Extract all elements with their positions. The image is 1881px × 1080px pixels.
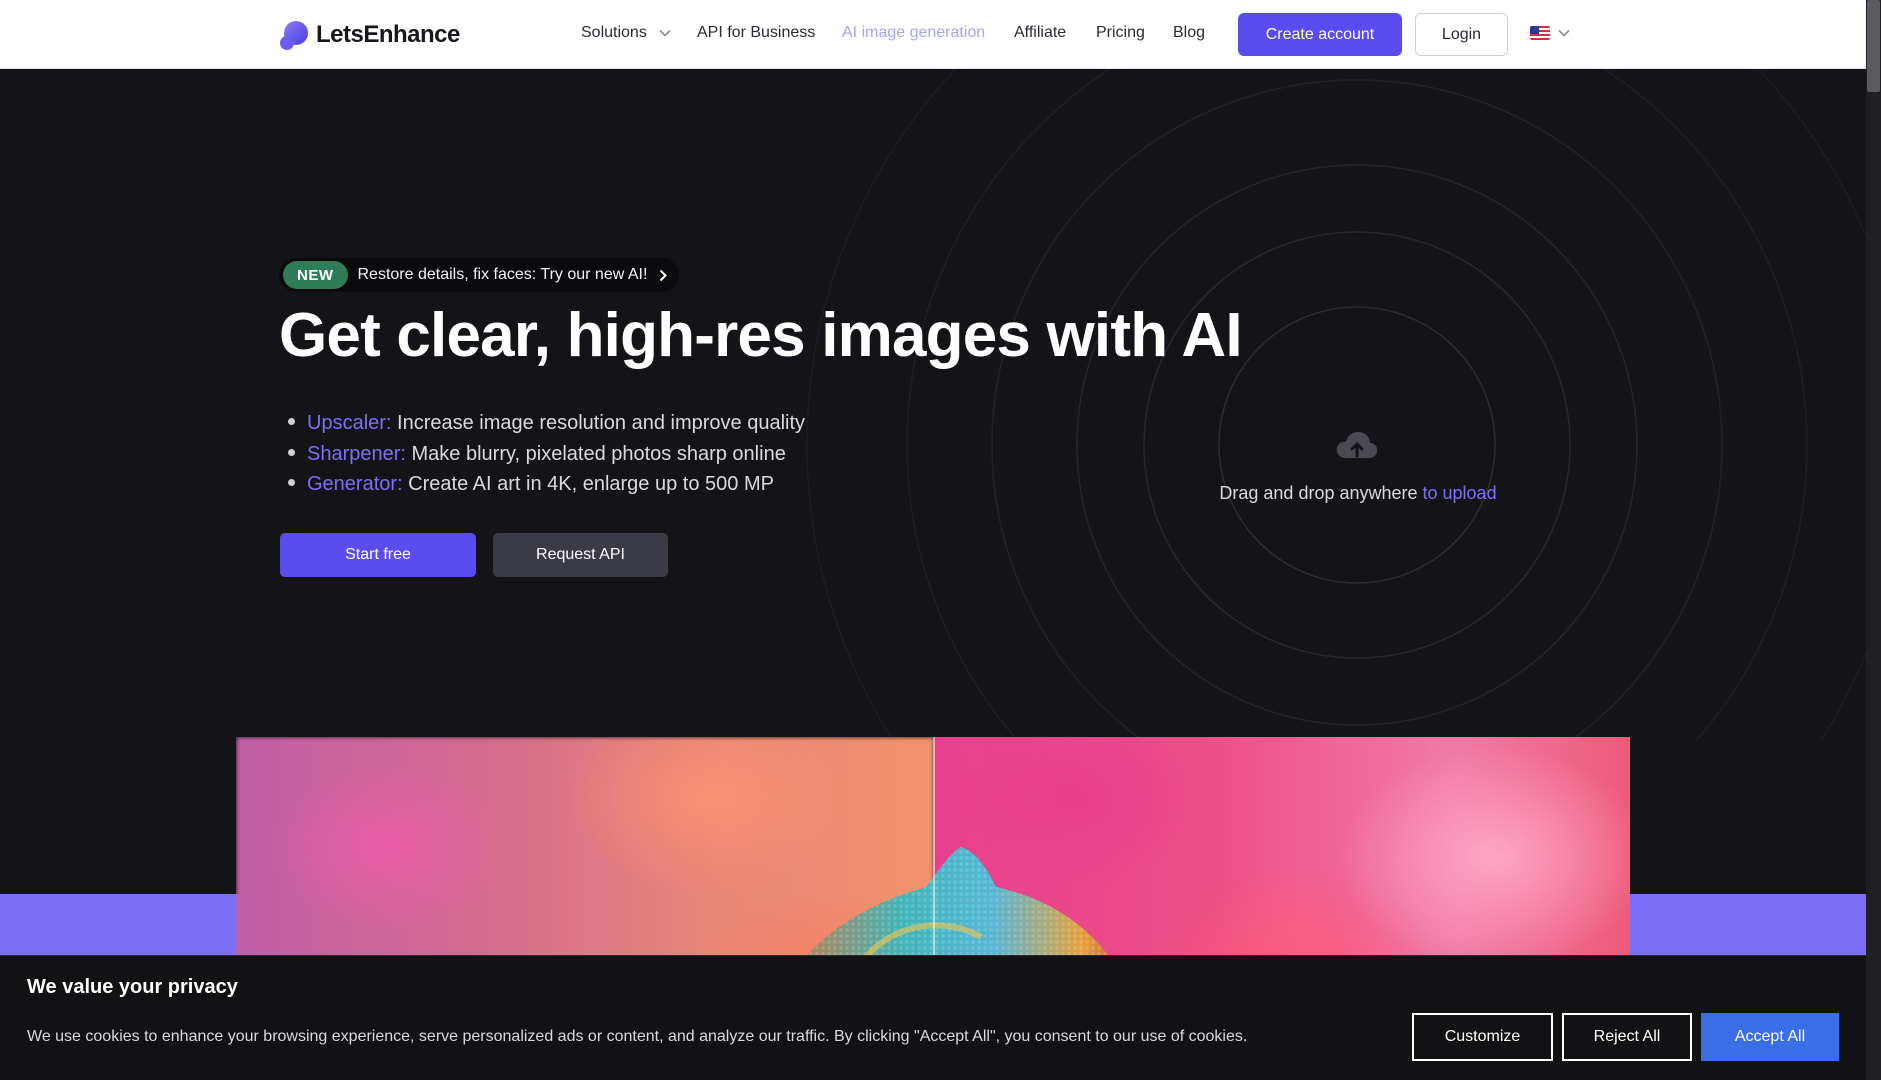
nav-affiliate[interactable]: Affiliate [1014, 24, 1066, 42]
create-account-button[interactable]: Create account [1238, 13, 1402, 56]
us-flag-icon [1530, 26, 1550, 40]
hero-title: Get clear, high-res images with AI [279, 301, 1243, 370]
scrollbar-track[interactable] [1866, 0, 1881, 1080]
cookie-text: We use cookies to enhance your browsing … [27, 1028, 1248, 1045]
site-header: LetsEnhance Solutions API for Business A… [0, 0, 1866, 69]
nav-ai-generation[interactable]: AI image generation [842, 24, 985, 42]
feature-item: Upscaler: Increase image resolution and … [288, 408, 805, 439]
scrollbar-thumb[interactable] [1867, 0, 1880, 92]
start-free-button[interactable]: Start free [280, 533, 476, 577]
reject-all-button[interactable]: Reject All [1562, 1013, 1692, 1061]
feature-text: Create AI art in 4K, enlarge up to 500 M… [402, 473, 774, 495]
feature-name: Sharpener: [307, 442, 406, 465]
chevron-down-icon [1558, 29, 1570, 37]
feature-text: Increase image resolution and improve qu… [391, 412, 806, 434]
request-api-button[interactable]: Request API [493, 533, 668, 577]
upload-text: Drag and drop anywhere [1219, 483, 1423, 503]
logo-icon [279, 20, 309, 50]
upload-dropzone-text[interactable]: Drag and drop anywhere to upload [1113, 483, 1603, 504]
customize-button[interactable]: Customize [1412, 1013, 1553, 1061]
nav-pricing[interactable]: Pricing [1096, 24, 1145, 42]
chevron-right-icon [660, 269, 668, 281]
upload-link[interactable]: to upload [1423, 483, 1497, 503]
nav-blog[interactable]: Blog [1173, 24, 1205, 42]
chevron-down-icon [659, 29, 671, 37]
login-button[interactable]: Login [1415, 13, 1508, 56]
logo[interactable]: LetsEnhance [279, 20, 460, 50]
nav-solutions-label: Solutions [581, 24, 647, 41]
nav-solutions[interactable]: Solutions [581, 24, 671, 42]
badge-text: Restore details, fix faces: Try our new … [357, 266, 648, 283]
cookie-banner: We value your privacy We use cookies to … [0, 955, 1866, 1080]
cloud-upload-icon[interactable] [1335, 430, 1379, 462]
logo-text: LetsEnhance [316, 21, 460, 48]
feature-item: Generator: Create AI art in 4K, enlarge … [288, 469, 805, 500]
accept-all-button[interactable]: Accept All [1701, 1013, 1839, 1061]
language-selector[interactable] [1530, 26, 1570, 40]
page: LetsEnhance Solutions API for Business A… [0, 0, 1881, 1080]
cookie-title: We value your privacy [27, 976, 238, 998]
new-feature-badge[interactable]: NEW Restore details, fix faces: Try our … [279, 258, 680, 292]
feature-name: Generator: [307, 473, 403, 495]
feature-list: Upscaler: Increase image resolution and … [288, 408, 805, 500]
feature-item: Sharpener: Make blurry, pixelated photos… [288, 439, 805, 470]
new-tag: NEW [283, 261, 348, 289]
nav-api-business[interactable]: API for Business [697, 24, 815, 42]
feature-text: Make blurry, pixelated photos sharp onli… [405, 442, 786, 465]
feature-name: Upscaler: [307, 412, 392, 434]
